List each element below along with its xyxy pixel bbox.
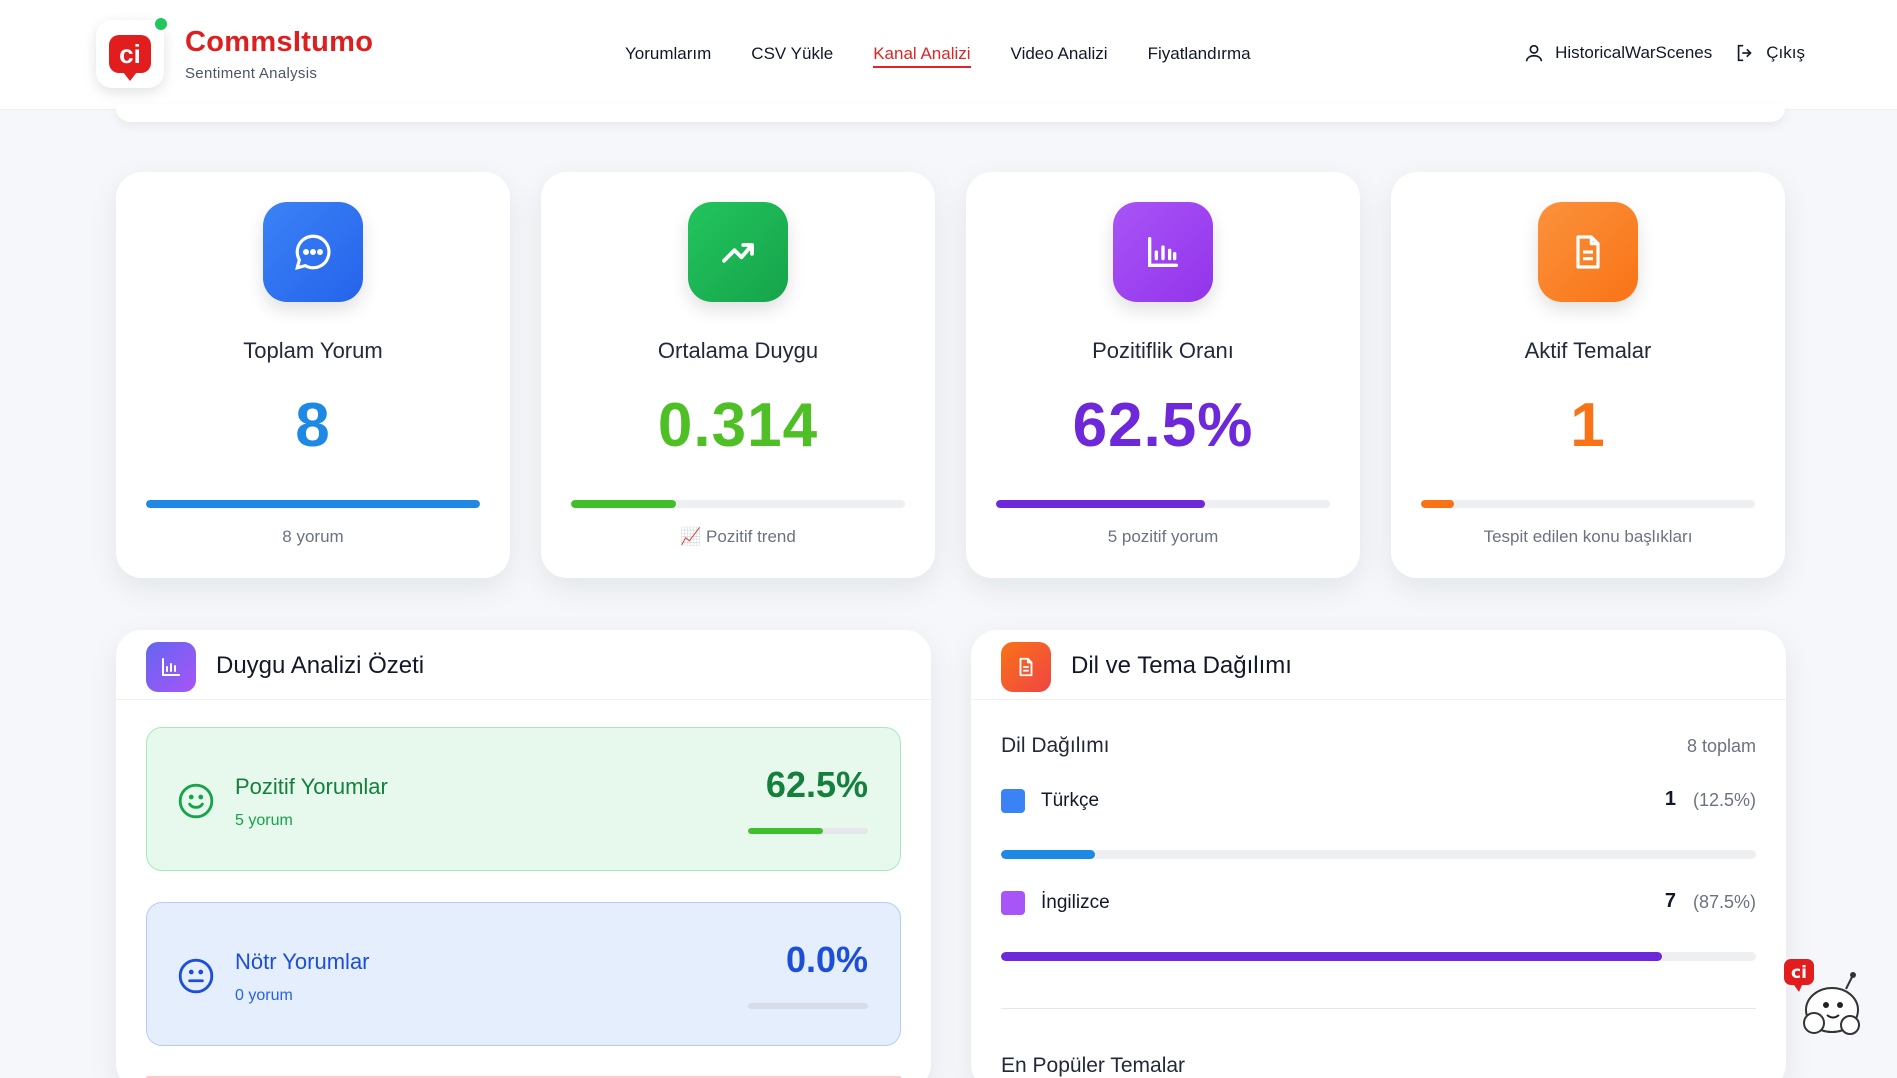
chat-icon [263, 202, 363, 302]
stat-value: 0.314 [657, 391, 819, 460]
stat-progress-bar [571, 500, 905, 508]
language-bar-english [1001, 952, 1756, 961]
brand-name[interactable]: CommsItumo [185, 26, 373, 59]
language-count: 7 [1664, 890, 1676, 912]
language-count: 1 [1664, 788, 1676, 810]
stat-progress-fill [146, 500, 480, 508]
neutral-face-icon [178, 958, 214, 994]
sentiment-label: Pozitif Yorumlar [235, 774, 388, 799]
logo-badge: ci [109, 35, 151, 81]
nav-item-csv-yukle[interactable]: CSV Yükle [751, 44, 833, 68]
stat-title: Ortalama Duygu [657, 338, 819, 363]
section-divider [1001, 1008, 1756, 1009]
document-icon [1001, 642, 1051, 692]
panel-header: Dil ve Tema Dağılımı [971, 630, 1786, 700]
sentiment-progress-bar [748, 828, 868, 834]
language-swatch [1001, 891, 1025, 915]
language-row-turkish: Türkçe 1 (12.5%) [1001, 786, 1756, 816]
user-area: HistoricalWarScenes Çıkış [1523, 42, 1805, 64]
stat-caption: 📈 Pozitif trend [680, 527, 796, 546]
online-status-dot [153, 16, 169, 32]
stat-card-average-sentiment: Ortalama Duygu 0.314 📈 Pozitif trend [541, 172, 935, 578]
nav-item-yorumlarim[interactable]: Yorumlarım [625, 44, 711, 68]
username[interactable]: HistoricalWarScenes [1555, 43, 1712, 63]
document-icon [1538, 202, 1638, 302]
stat-value: 1 [1570, 391, 1606, 460]
stat-card-positivity-rate: Pozitiflik Oranı 62.5% 5 pozitif yorum [966, 172, 1360, 578]
stat-progress-fill [996, 500, 1205, 508]
sentiment-percent: 0.0% [785, 939, 868, 980]
sentiment-count: 5 yorum [235, 812, 293, 829]
nav-item-fiyatlandirma[interactable]: Fiyatlandırma [1148, 44, 1251, 68]
bar-chart-icon [1113, 202, 1213, 302]
brand-subtitle: Sentiment Analysis [185, 65, 318, 82]
neutral-comments-card[interactable]: Nötr Yorumlar 0 yorum 0.0% [146, 902, 901, 1046]
mascot-icon: ci [1784, 959, 1860, 1035]
nav-item-video-analizi[interactable]: Video Analizi [1011, 44, 1108, 68]
language-total: 8 toplam [1686, 736, 1756, 756]
stat-card-active-themes: Aktif Temalar 1 Tespit edilen konu başlı… [1391, 172, 1785, 578]
user-icon [1525, 44, 1543, 62]
sentiment-progress-bar [748, 1003, 868, 1009]
stat-progress-bar [996, 500, 1330, 508]
assistant-mascot-button[interactable]: ci [1780, 955, 1870, 1040]
stat-progress-fill [1421, 500, 1455, 508]
language-percent: (12.5%) [1692, 790, 1756, 810]
svg-text:ci: ci [1791, 963, 1807, 983]
stat-progress-bar [146, 500, 480, 508]
stat-caption: 5 pozitif yorum [1107, 527, 1219, 546]
trending-up-icon [688, 202, 788, 302]
main-nav: Yorumlarım CSV Yükle Kanal Analizi Video… [625, 44, 1251, 68]
language-bar-fill [1001, 952, 1662, 961]
stat-progress-fill [571, 500, 676, 508]
language-name: Türkçe [1041, 790, 1100, 811]
header-underbar [116, 104, 1785, 122]
sentiment-label: Nötr Yorumlar [235, 949, 370, 974]
panel-title: Dil ve Tema Dağılımı [1071, 652, 1292, 679]
stat-card-total-comments: Toplam Yorum 8 8 yorum [116, 172, 510, 578]
stat-caption: 8 yorum [282, 527, 344, 546]
stat-title: Aktif Temalar [1524, 338, 1652, 363]
sentiment-percent: 62.5% [765, 764, 868, 805]
stat-progress-bar [1421, 500, 1755, 508]
stat-value: 8 [295, 391, 331, 460]
logout-icon[interactable] [1734, 42, 1756, 64]
stat-value: 62.5% [1072, 391, 1254, 460]
panel-header: Duygu Analizi Özeti [116, 630, 931, 700]
stat-caption: Tespit edilen konu başlıkları [1483, 527, 1693, 546]
language-row-english: İngilizce 7 (87.5%) [1001, 888, 1756, 918]
panel-title: Duygu Analizi Özeti [216, 652, 425, 679]
top-header: ci CommsItumo Sentiment Analysis Yorumla… [0, 0, 1897, 110]
sentiment-count: 0 yorum [235, 987, 293, 1004]
sentiment-summary-panel: Duygu Analizi Özeti Pozitif Yorumlar 5 y… [116, 630, 931, 1078]
brand-logo[interactable]: ci [96, 20, 164, 88]
stat-title: Toplam Yorum [243, 338, 383, 363]
positive-comments-card[interactable]: Pozitif Yorumlar 5 yorum 62.5% [146, 727, 901, 871]
language-distribution-title: Dil Dağılımı [1001, 734, 1110, 757]
language-theme-panel: Dil ve Tema Dağılımı Dil Dağılımı 8 topl… [971, 630, 1786, 1078]
logout-button[interactable]: Çıkış [1766, 43, 1805, 63]
language-bar-turkish [1001, 850, 1756, 859]
popular-themes-title: En Popüler Temalar [1001, 1054, 1186, 1077]
smile-icon [178, 783, 214, 819]
sentiment-progress-fill [748, 828, 823, 834]
language-swatch [1001, 789, 1025, 813]
bar-chart-icon [146, 642, 196, 692]
language-bar-fill [1001, 850, 1096, 859]
nav-item-kanal-analizi[interactable]: Kanal Analizi [873, 44, 971, 68]
stat-title: Pozitiflik Oranı [1092, 338, 1234, 363]
language-percent: (87.5%) [1692, 892, 1756, 912]
language-name: İngilizce [1041, 892, 1110, 913]
